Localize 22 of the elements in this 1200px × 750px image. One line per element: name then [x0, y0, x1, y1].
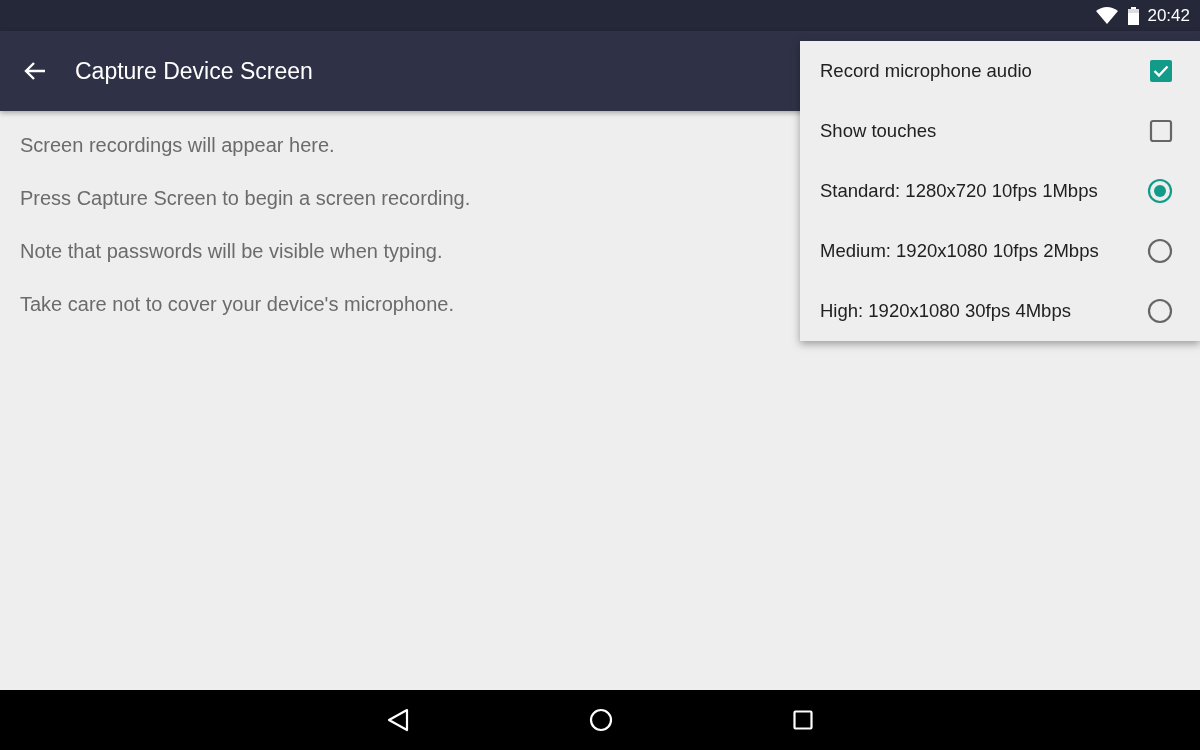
- back-icon[interactable]: [387, 708, 409, 732]
- home-icon[interactable]: [589, 708, 613, 732]
- info-text: Take care not to cover your device's microphone.: [20, 292, 455, 317]
- menu-item[interactable]: Standard: 1280x720 10fps 1Mbps: [820, 180, 1098, 202]
- recents-icon[interactable]: [793, 710, 813, 730]
- radio-button[interactable]: [1147, 298, 1173, 324]
- clock-time: 20:42: [1147, 5, 1190, 26]
- wifi-icon: [1096, 7, 1119, 24]
- radio-button[interactable]: [1147, 178, 1173, 204]
- checkbox[interactable]: [1149, 119, 1173, 143]
- info-text: Press Capture Screen to begin a screen recording.: [20, 186, 471, 211]
- menu-item[interactable]: Show touches: [820, 120, 937, 142]
- checkbox[interactable]: [1149, 59, 1173, 83]
- info-text: Note that passwords will be visible when typing.: [20, 239, 443, 264]
- back-arrow-icon[interactable]: [24, 61, 46, 81]
- radio-button[interactable]: [1147, 238, 1173, 264]
- app-title: Capture Device Screen: [75, 57, 313, 85]
- menu-item[interactable]: Medium: 1920x1080 10fps 2Mbps: [820, 240, 1099, 262]
- battery-icon: [1128, 6, 1140, 25]
- info-text: Screen recordings will appear here.: [20, 133, 335, 158]
- menu-item[interactable]: Record microphone audio: [820, 60, 1032, 82]
- menu-item[interactable]: High: 1920x1080 30fps 4Mbps: [820, 300, 1071, 322]
